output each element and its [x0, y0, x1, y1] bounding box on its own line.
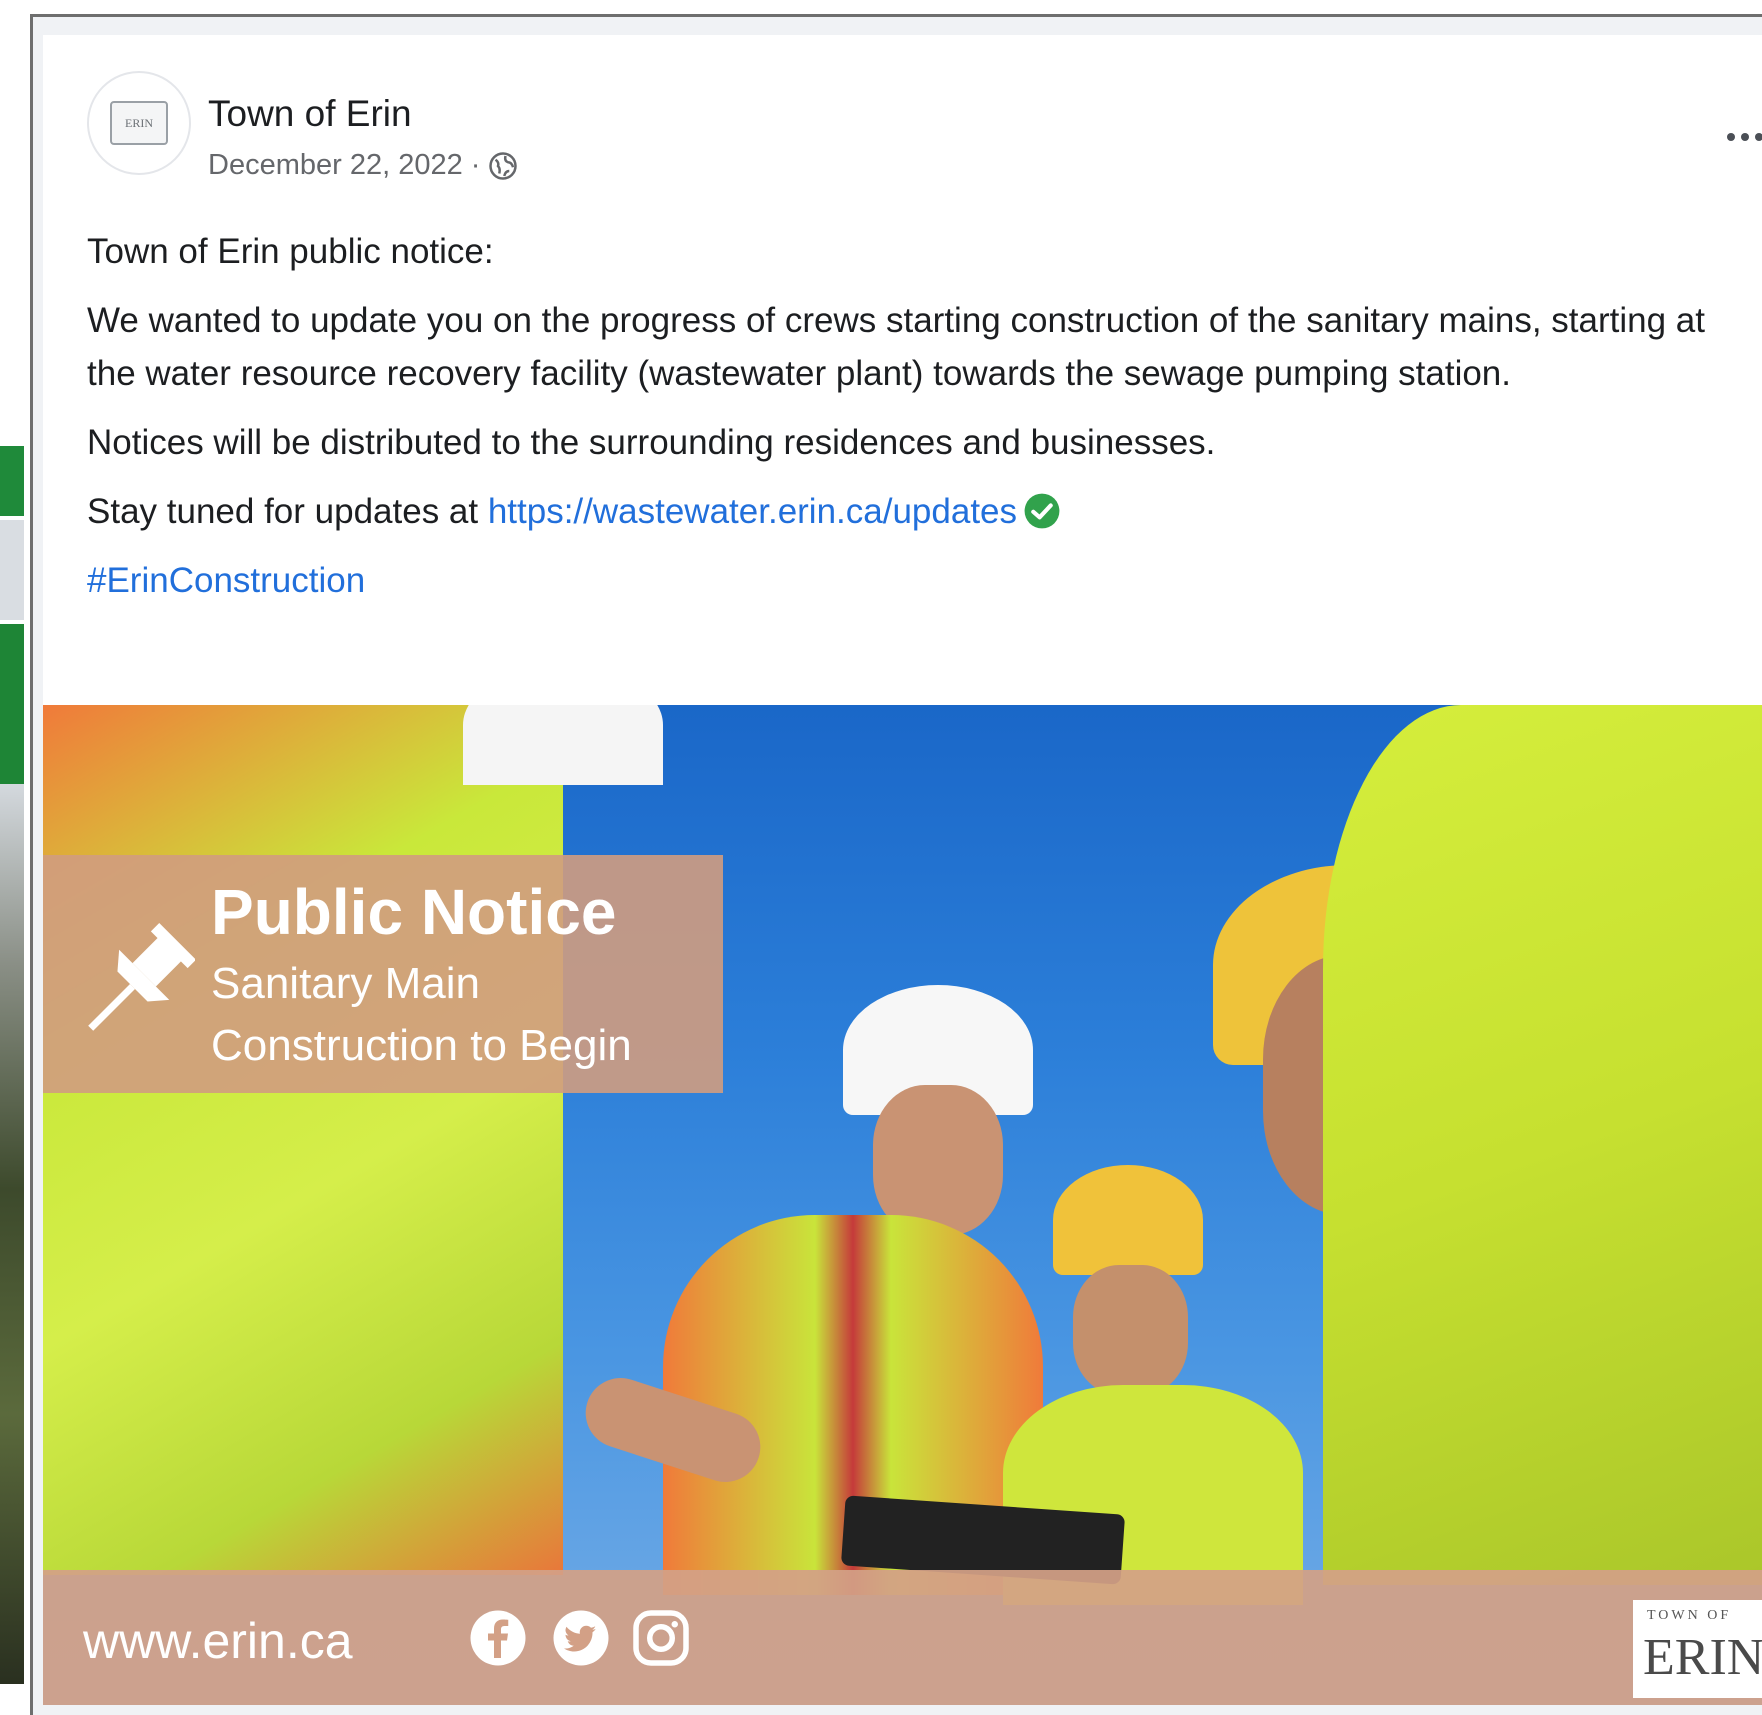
worker-left-jacket	[43, 705, 563, 1575]
background-strip	[0, 0, 30, 1712]
post-paragraph-1: Town of Erin public notice:	[87, 232, 494, 271]
verified-check-icon	[1024, 493, 1060, 529]
post-paragraph-3: Notices will be distributed to the surro…	[87, 423, 1216, 462]
hashtag-link[interactable]: #ErinConstruction	[87, 561, 365, 600]
worker-small-helmet	[1053, 1165, 1203, 1275]
updates-prefix: Stay tuned for updates at	[87, 492, 488, 531]
background-gray-block	[0, 520, 24, 620]
notice-title: Public Notice	[211, 876, 617, 948]
page-name[interactable]: Town of Erin	[208, 93, 412, 135]
background-photo-edge	[0, 784, 24, 1684]
post-paragraph-2: We wanted to update you on the progress …	[87, 301, 1705, 393]
post-text: Town of Erin public notice: We wanted to…	[87, 225, 1747, 623]
globe-icon[interactable]	[488, 151, 518, 181]
worker-center-face	[873, 1085, 1003, 1235]
screenshot-frame: ERIN Town of Erin December 22, 2022 · To…	[30, 14, 1762, 1715]
footer-website: www.erin.ca	[83, 1613, 353, 1669]
post-date[interactable]: December 22, 2022 ·	[208, 149, 480, 182]
public-notice-overlay: Public Notice Sanitary Main Construction…	[43, 855, 723, 1093]
facebook-icon	[470, 1610, 526, 1666]
worker-left-helmet	[463, 705, 663, 785]
page-avatar[interactable]: ERIN	[87, 71, 191, 175]
post-meta: December 22, 2022 ·	[208, 149, 518, 182]
town-of-erin-logo: TOWN OF ERIN	[1633, 1600, 1762, 1698]
worker-right-jacket	[1323, 705, 1762, 1585]
background-green-block	[0, 446, 24, 516]
post-image[interactable]: Public Notice Sanitary Main Construction…	[43, 705, 1762, 1705]
image-footer-bar: www.erin.ca TOWN OF ERIN	[43, 1570, 1762, 1705]
town-logo-icon: ERIN	[110, 101, 168, 145]
worker-small-face	[1073, 1265, 1188, 1395]
notice-subtitle-line-2: Construction to Begin	[211, 1021, 632, 1070]
post-paragraph-4: Stay tuned for updates at https://wastew…	[87, 485, 1747, 538]
facebook-post-card: ERIN Town of Erin December 22, 2022 · To…	[43, 35, 1762, 1705]
notice-subtitle-line-1: Sanitary Main	[211, 959, 481, 1008]
pushpin-icon	[88, 922, 195, 1031]
more-options-icon[interactable]	[1727, 133, 1762, 141]
twitter-icon	[553, 1610, 609, 1666]
background-green-block-2	[0, 624, 24, 784]
updates-link[interactable]: https://wastewater.erin.ca/updates	[488, 492, 1017, 531]
instagram-icon	[633, 1610, 689, 1666]
